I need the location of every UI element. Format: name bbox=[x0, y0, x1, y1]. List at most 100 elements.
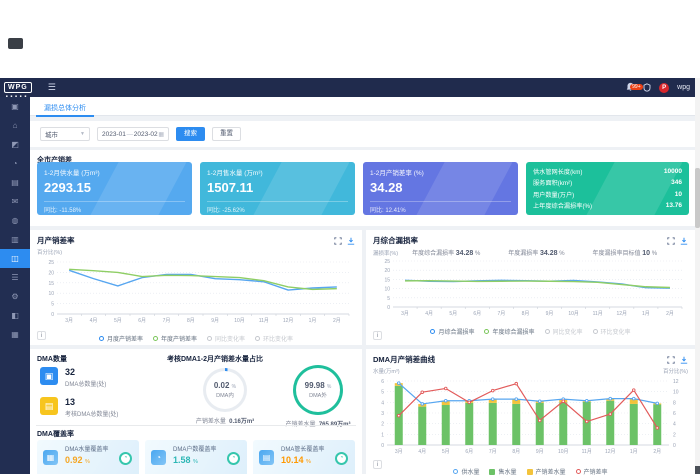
svg-text:3月: 3月 bbox=[395, 449, 403, 455]
svg-text:1: 1 bbox=[381, 432, 384, 438]
sidebar-item-dashboard[interactable]: ▣ bbox=[0, 97, 30, 116]
svg-text:2: 2 bbox=[381, 422, 384, 428]
gauge-ring: 0.02 % DMA内 bbox=[203, 368, 247, 412]
sidebar-item-leakage-analysis[interactable]: ◫ bbox=[0, 249, 30, 268]
dma-assessed-icon: ▤ bbox=[40, 397, 58, 415]
sidebar-item-report[interactable]: ▤ bbox=[0, 173, 30, 192]
svg-text:20: 20 bbox=[48, 270, 54, 276]
svg-text:9月: 9月 bbox=[536, 449, 544, 455]
fullscreen-icon[interactable] bbox=[334, 237, 342, 245]
info-row: 用户数量(万户)10 bbox=[533, 190, 682, 199]
info-icon[interactable]: i bbox=[373, 331, 382, 340]
legend-item[interactable]: 环比变化率 bbox=[255, 334, 293, 343]
dma-assessed-label: 考核DMA总数量(处) bbox=[65, 409, 118, 418]
date-range-picker[interactable]: 2023-01 — 2023-02 ▦ bbox=[97, 127, 169, 141]
sidebar-item-home[interactable]: ⌂ bbox=[0, 116, 30, 135]
legend-label: 同比变化率 bbox=[553, 327, 583, 336]
legend-circle-marker bbox=[593, 329, 598, 334]
navbar-right: 99+ P wpg bbox=[626, 79, 690, 97]
legend-item[interactable]: 同比变化率 bbox=[545, 327, 583, 336]
svg-text:8月: 8月 bbox=[522, 311, 530, 317]
svg-text:4月: 4月 bbox=[418, 449, 426, 455]
svg-text:4月: 4月 bbox=[425, 311, 433, 317]
lock-icon[interactable] bbox=[643, 79, 651, 97]
kpi-card-sales: 1-2月售水量 (万m³) 1507.11 同比: -25.62% bbox=[200, 162, 355, 215]
city-select[interactable]: 城市 ▼ bbox=[40, 127, 90, 141]
users-coverage-icon: ◔ bbox=[151, 450, 166, 465]
sidebar-item-list[interactable]: ☰ bbox=[0, 268, 30, 287]
fullscreen-icon[interactable] bbox=[667, 237, 675, 245]
scrollbar-corner bbox=[695, 466, 700, 474]
info-value: 10 bbox=[675, 191, 682, 198]
download-icon[interactable] bbox=[347, 237, 355, 245]
page-scrollbar[interactable] bbox=[695, 78, 700, 474]
sidebar-item-message[interactable]: ✉ bbox=[0, 192, 30, 211]
fullscreen-icon[interactable] bbox=[667, 356, 675, 364]
legend-item[interactable]: 环比变化率 bbox=[593, 327, 631, 336]
search-button[interactable]: 搜索 bbox=[176, 127, 205, 141]
legend-item[interactable]: 供水量 bbox=[453, 467, 479, 476]
svg-text:3: 3 bbox=[381, 411, 384, 417]
gauge-inside-dma: 0.02 % DMA内 产销差水量 0.16万m³ bbox=[190, 368, 260, 425]
notification-bell-icon[interactable]: 99+ bbox=[626, 79, 635, 97]
sidebar-item-org[interactable]: ◩ bbox=[0, 135, 30, 154]
tab-leakage-analysis[interactable]: 漏损总体分析 bbox=[36, 100, 94, 117]
sidebar-collapse-icon[interactable]: ☰ bbox=[48, 82, 56, 93]
logo-text: WPG bbox=[4, 82, 32, 93]
dma-curve-legend: 供水量 售水量 产销差水量 产销差率 bbox=[366, 467, 695, 476]
legend-circle-marker bbox=[99, 336, 104, 341]
legend-label: 月综合漏损率 bbox=[438, 327, 474, 336]
info-row: 服务面积(km²)346 bbox=[533, 178, 682, 187]
svg-text:1月: 1月 bbox=[642, 311, 650, 317]
date-separator: — bbox=[127, 131, 134, 138]
legend-item[interactable]: 月综合漏损率 bbox=[430, 327, 474, 336]
legend-item[interactable]: 产销差率 bbox=[576, 467, 608, 476]
legend-item[interactable]: 产销差水量 bbox=[527, 467, 566, 476]
kpi-card-supply: 1-2月供水量 (万m³) 2293.15 同比: -11.58% bbox=[37, 162, 192, 215]
username[interactable]: wpg bbox=[677, 84, 690, 91]
sidebar-item-monitor[interactable]: ◍ bbox=[0, 211, 30, 230]
legend-item[interactable]: 年度综合漏损率 bbox=[484, 327, 534, 336]
kpi-card-network-info: 供水管网长度(km)10000 服务面积(km²)346 用户数量(万户)10 … bbox=[526, 162, 689, 215]
leakage-line-chart: 05101520253月4月5月6月7月8月9月10月11月12月1月2月 bbox=[371, 257, 690, 321]
legend-circle-marker bbox=[453, 469, 458, 474]
svg-text:4月: 4月 bbox=[90, 318, 98, 324]
leakage-legend: 月综合漏损率 年度综合漏损率 同比变化率 环比变化率 bbox=[366, 327, 695, 336]
dma-ratio-title: 考核DMA1-2月产销差水量占比 bbox=[167, 354, 263, 364]
svg-text:12月: 12月 bbox=[605, 449, 616, 455]
leakage-axis-label: 漏损率(%) bbox=[373, 249, 398, 257]
info-value: 13.76 bbox=[666, 202, 682, 209]
dma-curve-panel: DMA月产销差曲线 水量(万m³) 百分比(%) 012345602468101… bbox=[366, 349, 695, 474]
download-icon[interactable] bbox=[680, 356, 688, 364]
info-icon[interactable]: i bbox=[37, 331, 46, 340]
info-label: 服务面积(km²) bbox=[533, 178, 572, 187]
info-row: 上年度综合漏损率(%)13.76 bbox=[533, 201, 682, 210]
svg-text:0: 0 bbox=[51, 312, 54, 318]
user-avatar[interactable]: P bbox=[659, 83, 669, 93]
sidebar-item-stats[interactable]: ▦ bbox=[0, 325, 30, 344]
legend-circle-marker bbox=[255, 336, 260, 341]
dma-total-value: 32 bbox=[65, 367, 106, 377]
info-icon[interactable]: i bbox=[373, 460, 382, 469]
legend-label: 产销差水量 bbox=[536, 467, 566, 476]
legend-item[interactable]: 年度产销差率 bbox=[153, 334, 197, 343]
coverage-badge-icon: ◔ bbox=[335, 452, 348, 465]
scrollbar-thumb[interactable] bbox=[695, 168, 700, 228]
svg-text:10: 10 bbox=[48, 291, 54, 297]
app-logo: WPG ■ ■ ■ ■ ■ ■ bbox=[0, 82, 32, 93]
sidebar-item-partition[interactable]: ◧ bbox=[0, 306, 30, 325]
download-icon[interactable] bbox=[680, 237, 688, 245]
svg-text:0: 0 bbox=[387, 305, 390, 311]
reset-button[interactable]: 重置 bbox=[212, 127, 241, 141]
legend-circle-marker bbox=[430, 329, 435, 334]
svg-text:11月: 11月 bbox=[582, 449, 592, 455]
legend-item[interactable]: 同比变化率 bbox=[207, 334, 245, 343]
svg-text:8月: 8月 bbox=[187, 318, 195, 324]
sidebar-item-user[interactable]: ◔ bbox=[0, 154, 30, 173]
sidebar-item-archive[interactable]: ▥ bbox=[0, 230, 30, 249]
legend-item[interactable]: 售水量 bbox=[489, 467, 516, 476]
svg-text:3月: 3月 bbox=[65, 318, 73, 324]
sidebar-item-settings[interactable]: ⚙ bbox=[0, 287, 30, 306]
notification-badge: 99+ bbox=[630, 84, 642, 90]
legend-item[interactable]: 月度产销差率 bbox=[99, 334, 143, 343]
